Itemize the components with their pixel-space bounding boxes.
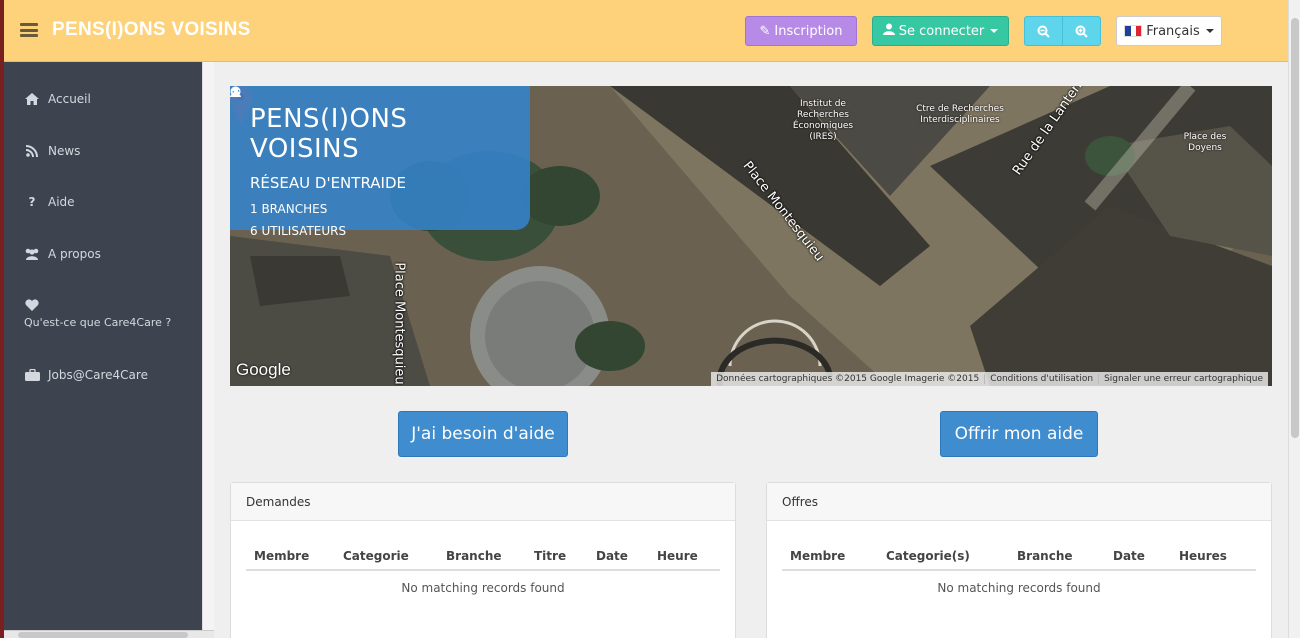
sidebar-item-label: News [48,144,81,158]
sidebar-item-news[interactable]: News [24,144,80,158]
panel-title: Offres [767,483,1271,521]
sidebar-item-label: A propos [48,247,101,261]
map-label-ctre: Ctre de Recherches Interdisciplinaires [916,104,1004,125]
home-icon [24,92,40,106]
column-header[interactable]: Heure [657,549,698,563]
sidebar-scrollbar[interactable] [202,62,214,638]
sidebar-item-apropos[interactable]: A propos [24,247,101,261]
column-header[interactable]: Heures [1179,549,1227,563]
menu-toggle-icon[interactable] [20,23,38,37]
need-help-button[interactable]: J'ai besoin d'aide [398,411,568,457]
column-header[interactable]: Date [596,549,628,563]
map-attribution: Données cartographiques ©2015 Google Ima… [711,372,1268,386]
map-view[interactable]: Institut de Recherches Économiques (IRES… [230,86,1272,386]
column-header[interactable]: Membre [254,549,309,563]
language-select[interactable]: Français [1116,16,1222,46]
page-scrollbar[interactable] [1288,0,1300,638]
zoom-out-icon [1037,25,1050,38]
network-subtitle: RÉSEAU D'ENTRAIDE [250,174,406,192]
horizontal-scrollbar[interactable] [4,630,214,638]
panel-title: Demandes [231,483,735,521]
empty-message: No matching records found [401,581,565,595]
zoom-in-icon [1075,25,1088,38]
main-content: Institut de Recherches Économiques (IRES… [214,62,1288,638]
map-label-ires: Institut de Recherches Économiques (IRES… [792,99,854,142]
requests-table: Membre Categorie Branche Titre Date Heur… [246,541,720,595]
briefcase-icon [24,368,40,382]
user-icon [882,23,895,39]
sidebar-item-label: Qu'est-ce que Care4Care ? [24,316,172,329]
column-header[interactable]: Categorie(s) [886,549,970,563]
column-header[interactable]: Categorie [343,549,409,563]
column-header[interactable]: Branche [1017,549,1073,563]
signup-label: Inscription [774,23,843,39]
chevron-down-icon [990,29,999,33]
login-label: Se connecter [898,23,985,39]
zoom-out-button[interactable] [1024,16,1063,46]
app-window: PENS(I)ONS VOISINS ✎ Inscription Se conn… [4,0,1300,638]
brand-title[interactable]: PENS(I)ONS VOISINS [52,19,251,41]
sidebar-item-aide[interactable]: ? Aide [24,195,75,209]
table-header: Membre Categorie(s) Branche Date Heures [782,541,1256,571]
requests-panel: Demandes Membre Categorie Branche Titre … [230,482,736,638]
branches-label: 1 BRANCHES [250,202,328,216]
network-title: PENS(I)ONS VOISINS [250,104,408,164]
sidebar-item-label: Accueil [48,92,91,106]
column-header[interactable]: Membre [790,549,845,563]
pencil-icon: ✎ [759,23,771,39]
zoom-in-button[interactable] [1062,16,1101,46]
map-label-doyens: Place des Doyens [1183,132,1227,153]
top-navbar: PENS(I)ONS VOISINS ✎ Inscription Se conn… [4,0,1288,62]
question-icon: ? [28,195,36,209]
sidebar-item-label: Jobs@Care4Care [48,368,148,382]
offers-panel: Offres Membre Categorie(s) Branche Date … [766,482,1272,638]
users-count: 6 UTILISATEURS [230,86,510,238]
heart-icon [24,298,40,312]
table-header: Membre Categorie Branche Titre Date Heur… [246,541,720,571]
offers-table: Membre Categorie(s) Branche Date Heures … [782,541,1256,595]
google-logo[interactable]: Google [236,360,291,380]
sidebar-item-care4care[interactable]: Qu'est-ce que Care4Care ? [24,298,171,329]
column-header[interactable]: Titre [534,549,566,563]
network-overlay: PENS(I)ONS VOISINS RÉSEAU D'ENTRAIDE 1 B… [230,86,530,238]
street-label: Place Montesquieu [391,262,407,385]
map-data-credit: Données cartographiques ©2015 Google Ima… [716,374,980,384]
sidebar-item-jobs[interactable]: Jobs@Care4Care [24,368,148,382]
chevron-down-icon [1205,29,1214,33]
french-flag-icon [1124,25,1143,37]
branches-count: 1 BRANCHES [230,86,510,216]
column-header[interactable]: Date [1113,549,1145,563]
users-icon [24,247,40,261]
rss-icon [24,144,40,158]
language-label: Français [1146,23,1200,39]
users-label: 6 UTILISATEURS [250,224,347,238]
map-report-link[interactable]: Signaler une erreur cartographique [1098,374,1268,384]
column-header[interactable]: Branche [446,549,502,563]
sidebar-item-label: Aide [48,195,75,209]
empty-message: No matching records found [937,581,1101,595]
sidebar-item-accueil[interactable]: Accueil [24,92,91,106]
offer-help-button[interactable]: Offrir mon aide [940,411,1098,457]
login-button[interactable]: Se connecter [872,16,1009,46]
scrollbar-thumb[interactable] [18,632,188,638]
map-terms-link[interactable]: Conditions d'utilisation [984,374,1098,384]
sidebar: Accueil News ? Aide A propos Qu'est-ce q… [4,62,202,638]
scrollbar-thumb[interactable] [1291,18,1299,438]
user-icon [230,86,241,97]
signup-button[interactable]: ✎ Inscription [745,16,857,46]
